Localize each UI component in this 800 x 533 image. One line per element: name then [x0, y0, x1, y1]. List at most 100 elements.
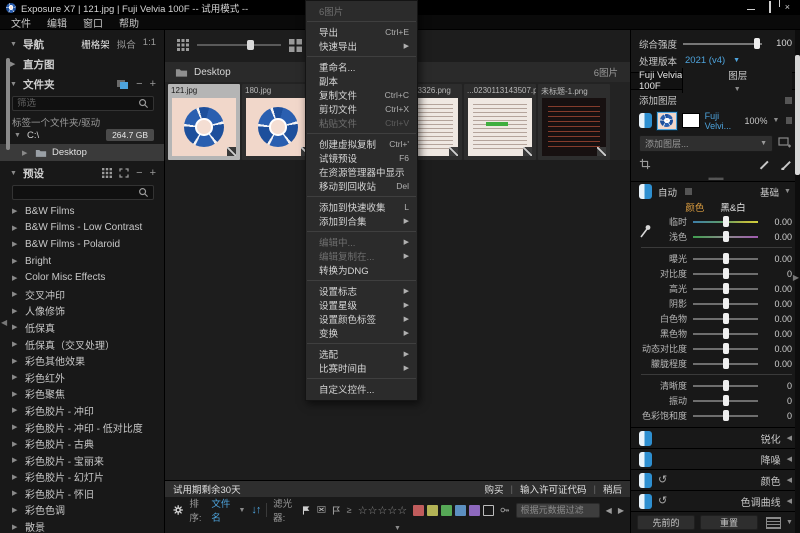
layer-visibility-toggle[interactable] — [639, 113, 652, 128]
star-threshold-operator[interactable]: ≥ — [347, 505, 352, 515]
context-menu-item[interactable]: 比赛时间由▶ — [306, 361, 417, 375]
panel-collapse-icon[interactable]: ◀ — [787, 476, 792, 484]
history-dropdown-icon[interactable]: ▼ — [786, 519, 794, 526]
process-version-dropdown-icon[interactable]: ▼ — [733, 57, 741, 64]
later-button[interactable]: 稍后 — [603, 482, 622, 496]
thumbnail-size-knob[interactable] — [247, 40, 254, 50]
layer-opacity-dropdown-icon[interactable]: ▼ — [772, 117, 779, 124]
expand-icon[interactable]: ▶ — [12, 224, 20, 232]
slider-knob[interactable] — [723, 313, 729, 324]
slider-knob[interactable] — [723, 283, 729, 294]
filter-next-icon[interactable]: ▶ — [618, 506, 624, 515]
slider-track[interactable] — [693, 221, 758, 223]
close-button[interactable]: × — [785, 3, 790, 12]
expand-icon[interactable]: ▶ — [12, 423, 20, 431]
context-menu-item[interactable]: 添加到快速收集L — [306, 200, 417, 214]
panel-toggle[interactable] — [639, 452, 652, 467]
color-label-swatch[interactable] — [427, 505, 438, 516]
context-menu-item[interactable]: 副本 — [306, 74, 417, 88]
sort-dropdown-icon[interactable]: ▼ — [238, 507, 245, 514]
presets-panel-header[interactable]: ▼ 预设 − + — [0, 163, 164, 183]
preset-folder[interactable]: ▶低保真 — [0, 319, 164, 336]
large-grid-icon[interactable] — [289, 39, 302, 52]
preset-folder[interactable]: ▶B&W Films - Low Contrast — [0, 220, 164, 237]
panel-toggle[interactable] — [639, 431, 652, 446]
sort-direction-button[interactable]: ↓↑ — [251, 504, 260, 516]
overall-intensity-knob[interactable] — [754, 38, 760, 49]
thumbnail-image[interactable] — [172, 98, 236, 156]
layer-mask-thumbnail[interactable] — [682, 113, 700, 128]
pen-icon[interactable] — [758, 158, 770, 170]
folders-panel-header[interactable]: ▼ 文件夹 − + — [0, 74, 164, 94]
layers-collapse-icon[interactable]: ▼ — [734, 86, 742, 93]
add-preset-button[interactable]: + — [150, 168, 156, 178]
metadata-filter-input[interactable] — [516, 503, 600, 518]
slider-knob[interactable] — [723, 253, 729, 264]
preset-folder[interactable]: ▶散景 — [0, 518, 164, 533]
slider-knob[interactable] — [723, 380, 729, 391]
auto-option-box[interactable] — [685, 188, 692, 195]
nav-panel-header[interactable]: ▼ 导航 栅格架 拟合 1:1 — [0, 34, 164, 54]
panel-header-降噪[interactable]: 降噪◀ — [631, 448, 800, 469]
auto-button[interactable]: 自动 — [658, 185, 677, 199]
thumbnail-cell[interactable]: ...0230113143507.png — [464, 84, 536, 160]
view-option-fit[interactable]: 拟合 — [117, 37, 136, 51]
context-menu-item[interactable]: 转换为DNG — [306, 263, 417, 277]
panel-toggle[interactable] — [639, 494, 652, 509]
preset-folder[interactable]: ▶彩色其他效果 — [0, 352, 164, 369]
filter-prev-icon[interactable]: ◀ — [606, 506, 612, 515]
folder-search-input[interactable] — [17, 98, 138, 109]
restore-button[interactable] — [769, 1, 771, 13]
menubar-item-0[interactable]: 文件 — [4, 14, 38, 31]
context-menu-item[interactable]: 重命名... — [306, 60, 417, 74]
add-folder-button[interactable]: + — [150, 79, 156, 89]
context-menu-item[interactable]: 移动到回收站Del — [306, 179, 417, 193]
context-menu-item[interactable]: 创建虚拟复制Ctrl+' — [306, 137, 417, 151]
left-scrollbar[interactable] — [6, 58, 10, 150]
basic-panel-toggle[interactable] — [639, 184, 652, 199]
thumbnail-cell[interactable]: 121.jpg — [168, 84, 240, 160]
buy-button[interactable]: 购买 — [485, 482, 504, 496]
right-panel-collapse-arrow[interactable]: ▶ — [793, 273, 799, 282]
tab-color[interactable]: 颜色 — [685, 200, 704, 214]
thumbnail-image[interactable] — [542, 98, 606, 156]
slider-knob[interactable] — [723, 395, 729, 406]
color-label-swatch[interactable] — [441, 505, 452, 516]
preset-folder[interactable]: ▶彩色胶片 - 冲印 - 低对比度 — [0, 419, 164, 436]
expand-icon[interactable]: ▶ — [12, 373, 20, 381]
context-menu-item[interactable]: 快速导出▶ — [306, 39, 417, 53]
panel-header-色调曲线[interactable]: ↺色调曲线◀ — [631, 490, 800, 511]
expand-icon[interactable]: ▶ — [12, 440, 20, 448]
panel-collapse-icon[interactable]: ◀ — [787, 497, 792, 505]
slider-track[interactable] — [693, 385, 758, 387]
color-label-swatch[interactable] — [413, 505, 424, 516]
context-menu-item[interactable]: 选配▶ — [306, 347, 417, 361]
expand-icon[interactable]: ▶ — [12, 489, 20, 497]
presets-collapse-icon[interactable]: ▼ — [10, 170, 18, 177]
preset-folder[interactable]: ▶彩色色调 — [0, 502, 164, 519]
slider-knob[interactable] — [723, 298, 729, 309]
folder-expand-icon[interactable]: ▶ — [22, 149, 30, 157]
small-grid-icon[interactable] — [177, 39, 189, 51]
keyword-filter-icon[interactable] — [500, 504, 510, 516]
context-menu-item[interactable]: 添加到合集▶ — [306, 214, 417, 228]
expand-icon[interactable]: ▶ — [12, 207, 20, 215]
slider-knob[interactable] — [723, 268, 729, 279]
panel-toggle[interactable] — [639, 473, 652, 488]
context-menu-item[interactable]: 自定义控件... — [306, 382, 417, 396]
expand-icon[interactable]: ▶ — [12, 323, 20, 331]
sort-field-dropdown[interactable]: 文件名 — [211, 496, 232, 524]
tab-black-white[interactable]: 黑&白 — [720, 200, 745, 214]
panel-drag-handle[interactable]: ▬▬ — [631, 174, 800, 181]
folder-search[interactable] — [12, 96, 154, 111]
color-label-swatch[interactable] — [455, 505, 466, 516]
menubar-item-1[interactable]: 编辑 — [40, 14, 74, 31]
preset-folder[interactable]: ▶彩色胶片 - 古典 — [0, 435, 164, 452]
panel-header-锐化[interactable]: 锐化◀ — [631, 427, 800, 448]
expand-icon[interactable]: ▶ — [12, 240, 20, 248]
panel-collapse-icon[interactable]: ◀ — [787, 434, 792, 442]
grid-view-icon[interactable] — [102, 168, 112, 178]
drive-row[interactable]: ▼ C:\ 264.7 GB — [0, 127, 164, 143]
preset-folder[interactable]: ▶Color Misc Effects — [0, 269, 164, 286]
slider-track[interactable] — [693, 348, 758, 350]
